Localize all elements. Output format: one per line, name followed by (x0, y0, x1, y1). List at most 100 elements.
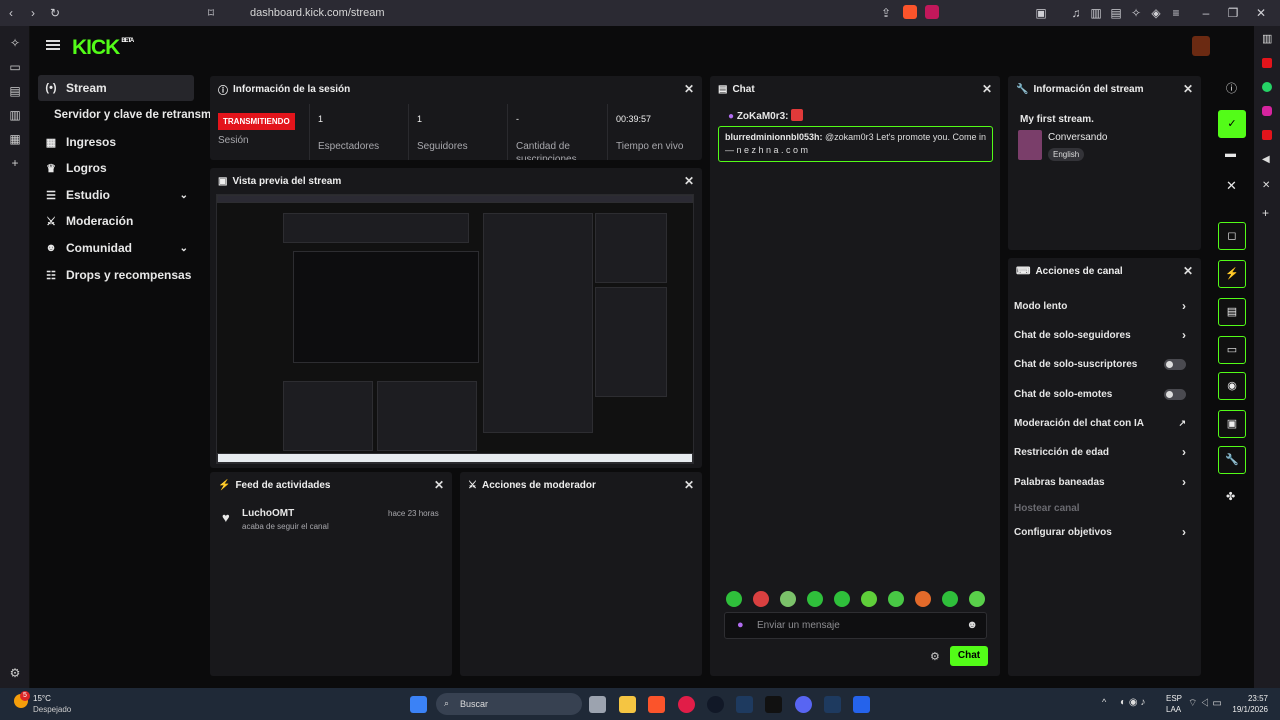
music-icon[interactable]: ♫ (1065, 6, 1087, 20)
reload-icon[interactable]: ↻ (44, 6, 66, 20)
task-view-icon[interactable] (589, 696, 606, 713)
opera-icon[interactable] (678, 696, 695, 713)
obs-icon[interactable] (707, 696, 724, 713)
close-icon[interactable]: ✕ (1262, 180, 1270, 191)
action-banned-words[interactable]: Palabras baneadas › (1014, 472, 1190, 492)
youtube-music-icon[interactable] (1262, 130, 1272, 140)
emotes-only-toggle[interactable] (1164, 389, 1186, 400)
sidebar-item-stream[interactable]: (•) Stream (38, 75, 194, 101)
sidebar-item-comunidad[interactable]: ☻ Comunidad ⌄ (38, 235, 194, 261)
add-panel-icon[interactable]: + (7, 156, 23, 172)
sidebar-toggle-icon[interactable]: ▥ (1262, 32, 1272, 45)
sidebar-item-estudio[interactable]: ☰ Estudio ⌄ (38, 182, 194, 208)
menu-icon[interactable]: ≡ (1165, 6, 1187, 20)
bookmarks-side-icon[interactable]: ▥ (7, 108, 23, 124)
confirm-button[interactable]: ✓ (1218, 110, 1246, 138)
subs-only-toggle[interactable] (1164, 359, 1186, 370)
epic-games-icon[interactable] (765, 696, 782, 713)
youtube-icon[interactable] (1262, 58, 1272, 68)
close-window-icon[interactable]: ✕ (1250, 6, 1272, 20)
chat-settings-icon[interactable]: ⚙ (930, 650, 940, 663)
forward-icon[interactable]: › (22, 6, 44, 20)
wallet-icon[interactable]: ▤ (1105, 6, 1127, 20)
address-bar[interactable]: dashboard.kick.com/stream (250, 7, 385, 19)
emote-icon[interactable] (888, 591, 904, 607)
minimize-icon[interactable]: – (1195, 6, 1217, 20)
vpn-icon[interactable]: ◈ (1145, 6, 1167, 20)
broadcast-tool[interactable]: ◉ (1218, 372, 1246, 400)
close-icon[interactable]: ✕ (684, 478, 694, 492)
instagram-icon[interactable] (1262, 106, 1272, 116)
brave-icon[interactable] (648, 696, 665, 713)
emote-icon[interactable] (807, 591, 823, 607)
steam-icon[interactable] (736, 696, 753, 713)
sidebar-item-server-key[interactable]: Servidor y clave de retransm (54, 102, 230, 128)
sidebar-item-drops[interactable]: ☷ Drops y recompensas (38, 262, 194, 288)
close-icon[interactable]: ✕ (434, 478, 444, 492)
emote-icon[interactable] (942, 591, 958, 607)
tray-chevron-icon[interactable]: ^ (1102, 697, 1106, 707)
whatsapp-icon[interactable] (1262, 82, 1272, 92)
share-icon[interactable]: ⇪ (875, 6, 897, 20)
apps-icon[interactable]: ✤ (1226, 490, 1235, 503)
send-chat-button[interactable]: Chat (950, 646, 988, 666)
close-icon[interactable]: ✕ (1183, 264, 1193, 278)
close-icon[interactable]: ✕ (684, 82, 694, 96)
sidebar-item-ingresos[interactable]: ▦ Ingresos (38, 129, 194, 155)
avatar[interactable] (1192, 36, 1210, 56)
wallet-side-icon[interactable]: ▤ (7, 84, 23, 100)
sidebar-icon[interactable]: ▥ (1085, 6, 1107, 20)
layout-icon[interactable]: ▬ (1225, 148, 1236, 160)
add-icon[interactable]: + (1262, 206, 1269, 220)
emoji-picker-icon[interactable]: ☻ (966, 619, 978, 631)
tray-icons[interactable]: ◐ ◉ ♪ (1120, 697, 1145, 708)
sidebar-item-moderacion[interactable]: ⚔ Moderación (38, 208, 194, 234)
close-icon[interactable]: ✕ (684, 174, 694, 188)
reading-list-icon[interactable]: ▭ (7, 60, 23, 76)
screen-tool[interactable]: ◻ (1218, 222, 1246, 250)
app-icon[interactable] (853, 696, 870, 713)
pinned-user[interactable]: ● ZoKaM0r3: (728, 109, 804, 122)
menu-toggle-icon[interactable] (46, 40, 60, 50)
brave-shield-icon[interactable] (903, 5, 917, 19)
emote-icon[interactable] (780, 591, 796, 607)
screenshot-icon[interactable]: ▣ (1030, 6, 1052, 20)
chat-message[interactable]: blurredminionnbl053h: @zokam0r3 Let's pr… (718, 126, 993, 162)
close-icon[interactable]: ✕ (982, 82, 992, 96)
file-explorer-icon[interactable] (619, 696, 636, 713)
wrench-tool[interactable]: 🔧 (1218, 446, 1246, 474)
back-icon[interactable]: ‹ (0, 6, 22, 20)
speaker-icon[interactable]: ◀ (1262, 154, 1270, 165)
emote-icon[interactable] (969, 591, 985, 607)
action-modo-lento[interactable]: Modo lento › (1014, 296, 1190, 316)
clock-date[interactable]: 19/1/2026 (1228, 705, 1268, 714)
action-followers-only[interactable]: Chat de solo-seguidores › (1014, 325, 1190, 345)
document-tool[interactable]: ▤ (1218, 298, 1246, 326)
brave-rewards-icon[interactable] (925, 5, 939, 19)
restore-icon[interactable]: ❐ (1222, 6, 1244, 20)
clock-time[interactable]: 23:57 (1232, 694, 1268, 703)
emote-icon[interactable] (834, 591, 850, 607)
sidebar-item-logros[interactable]: ♛ Logros (38, 155, 194, 181)
stream-tool[interactable]: ▣ (1218, 410, 1246, 438)
close-icon[interactable]: ✕ (1183, 82, 1193, 96)
steam-alt-icon[interactable] (824, 696, 841, 713)
info-icon[interactable]: ⓘ (1226, 80, 1237, 96)
keyboard-layout[interactable]: LAA (1166, 705, 1181, 714)
kick-logo[interactable]: KICK BETA (72, 36, 134, 60)
network-volume-icons[interactable]: ⌔ ◁ ▭ (1188, 697, 1222, 710)
history-side-icon[interactable]: ▦ (7, 132, 23, 148)
close-icon[interactable]: ✕ (1226, 178, 1237, 194)
emote-icon[interactable] (726, 591, 742, 607)
emote-icon[interactable] (915, 591, 931, 607)
emote-icon[interactable] (861, 591, 877, 607)
settings-side-icon[interactable]: ⚙ (7, 666, 23, 682)
bolt-tool[interactable]: ⚡ (1218, 260, 1246, 288)
stream-preview-video[interactable] (216, 194, 694, 464)
action-ai-moderation[interactable]: Moderación del chat con IA ↗ (1014, 413, 1190, 433)
emote-icon[interactable] (753, 591, 769, 607)
taskbar-search[interactable]: ⌕ Buscar (436, 693, 582, 715)
language-indicator[interactable]: ESP (1166, 694, 1182, 703)
bookmark-icon[interactable]: ⌑ (200, 6, 222, 20)
action-age-restriction[interactable]: Restricción de edad › (1014, 442, 1190, 462)
